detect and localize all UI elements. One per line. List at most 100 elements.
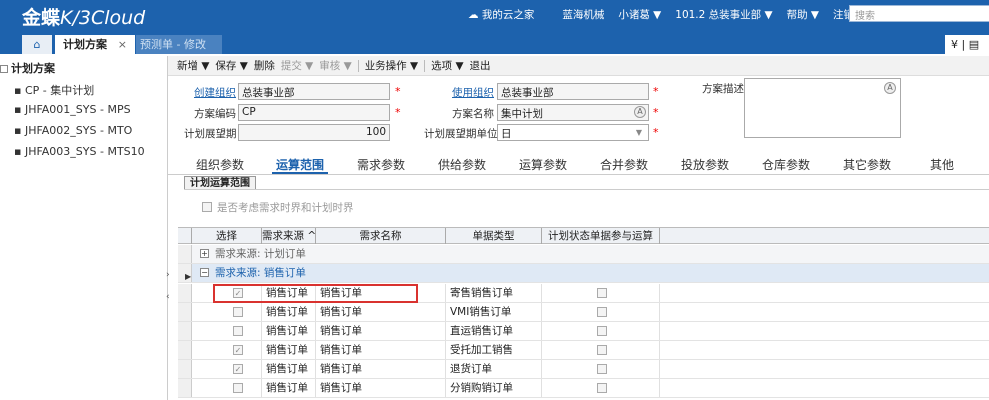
use-org-field[interactable]: 总装事业部 [497,83,649,100]
new-button[interactable]: 新增 ▼ [177,58,209,73]
chevron-down-icon[interactable]: ▼ [633,126,645,139]
grid-header: 选择 需求来源 ^ 需求名称 单据类型 计划状态单据参与运算 [178,227,989,244]
home-tab[interactable]: ⌂ [22,35,52,54]
audit-button[interactable]: 审核 ▼ [319,58,351,73]
subtab-calc-range[interactable]: 计划运算范围 [184,176,256,190]
top-nav: ☁ 我的云之家 蓝海机械 小诸葛 ▼ 101.2 总装事业部 ▼ 帮助 ▼ 注销 [468,7,868,22]
expand-right-icon[interactable]: › [166,270,170,280]
plan-code-label: 方案编码 [194,108,236,120]
table-row[interactable]: 销售订单 销售订单 VMI销售订单 [178,303,989,322]
top-bar: 金蝶K/3Cloud ☁ 我的云之家 蓝海机械 小诸葛 ▼ 101.2 总装事业… [0,0,989,32]
collapse-icon [0,65,8,73]
row-select-checkbox[interactable] [233,326,243,336]
tab-supply-params[interactable]: 供给参数 [438,156,486,173]
tab-calc-params[interactable]: 运算参数 [519,156,567,173]
left-panel-item[interactable]: ▪ JHFA001_SYS - MPS [14,103,131,116]
table-row[interactable]: 销售订单 销售订单 直运销售订单 [178,322,989,341]
horizon-field[interactable]: 100 [238,124,390,141]
horizon-unit-label: 计划展望期单位 [424,128,498,140]
cell-demand-name: 销售订单 [316,379,446,397]
exit-button[interactable]: 退出 [470,58,491,73]
delete-button[interactable]: 删除 [254,58,275,73]
use-org-label[interactable]: 使用组织 [452,85,494,100]
cell-doc-type: 直运销售订单 [446,322,542,340]
plan-status-checkbox[interactable] [597,364,607,374]
left-panel-item[interactable]: ▪ CP - 集中计划 [14,82,94,98]
business-ops-button[interactable]: 业务操作 ▼ [365,58,418,73]
options-button[interactable]: 选项 ▼ [431,58,463,73]
nav-cloud-home[interactable]: ☁ 我的云之家 [468,7,548,22]
table-row[interactable]: ✓ 销售订单 销售订单 寄售销售订单 [178,284,989,303]
plan-status-checkbox[interactable] [597,326,607,336]
table-row[interactable]: ✓ 销售订单 销售订单 受托加工销售 [178,341,989,360]
consider-timefence-checkbox[interactable] [202,202,212,212]
group-label: 需求来源: 计划订单 [215,248,306,260]
group-row[interactable]: + 需求来源: 计划订单 [178,245,989,264]
cell-demand-source: 销售订单 [262,341,316,359]
tab-tools[interactable]: ¥ | ▤ [945,35,989,54]
row-select-checkbox[interactable]: ✓ [233,364,243,374]
cell-demand-name: 销售订单 [316,303,446,321]
submit-button[interactable]: 提交 ▼ [281,58,313,73]
horizon-label: 计划展望期 [184,128,237,140]
row-select-checkbox[interactable]: ✓ [233,345,243,355]
plan-desc-label: 方案描述 [702,83,744,95]
tab-other-params[interactable]: 其它参数 [843,156,891,173]
required-mark: * [653,85,659,98]
cell-doc-type: 分销购销订单 [446,379,542,397]
collapse-icon[interactable]: − [200,268,209,277]
group-row[interactable]: − 需求来源: 销售订单 [178,264,989,283]
col-demand-source[interactable]: 需求来源 ^ [262,228,316,244]
tab-others[interactable]: 其他 [930,156,954,173]
collapse-left-icon[interactable]: ‹ [166,292,170,302]
nav-org[interactable]: 101.2 总装事业部 ▼ [675,7,772,22]
col-doc-type[interactable]: 单据类型 [446,228,542,244]
save-button[interactable]: 保存 ▼ [215,58,247,73]
tab-plan-scheme[interactable]: 计划方案 × [55,35,135,54]
col-select[interactable]: 选择 [192,228,262,244]
col-demand-name[interactable]: 需求名称 [316,228,446,244]
left-panel-title[interactable]: 计划方案 [0,60,55,76]
create-org-label[interactable]: 创建组织 [194,85,236,100]
nav-company[interactable]: 蓝海机械 [562,7,604,22]
horizon-unit-select[interactable]: 日 [497,124,649,141]
row-select-checkbox[interactable]: ✓ [233,288,243,298]
required-mark: * [395,85,401,98]
plan-status-checkbox[interactable] [597,288,607,298]
plan-code-field[interactable]: CP [238,104,390,121]
tab-org-params[interactable]: 组织参数 [196,156,244,173]
cell-doc-type: 退货订单 [446,360,542,378]
left-panel-item[interactable]: ▪ JHFA003_SYS - MTS10 [14,145,145,158]
plan-status-checkbox[interactable] [597,383,607,393]
tab-calc-range[interactable]: 运算范围 [276,156,324,173]
row-select-checkbox[interactable] [233,383,243,393]
tab-forecast-edit[interactable]: 预测单 - 修改 [136,35,222,54]
plan-status-checkbox[interactable] [597,345,607,355]
tab-row: ⌂ 计划方案 × 预测单 - 修改 ¥ | ▤ [0,32,989,54]
tab-release-params[interactable]: 投放参数 [681,156,729,173]
plan-desc-textarea[interactable] [744,78,901,138]
plan-status-checkbox[interactable] [597,307,607,317]
create-org-field[interactable]: 总装事业部 [238,83,390,100]
expand-icon[interactable]: + [200,249,209,258]
cell-demand-source: 销售订单 [262,322,316,340]
table-row[interactable]: ✓ 销售订单 销售订单 退货订单 [178,360,989,379]
multilang-icon[interactable]: A [634,106,646,118]
nav-user[interactable]: 小诸葛 ▼ [618,7,661,22]
logo-main: 金蝶 [22,7,61,29]
tab-demand-params[interactable]: 需求参数 [357,156,405,173]
nav-help[interactable]: 帮助 ▼ [787,7,819,22]
cell-demand-name: 销售订单 [316,284,446,302]
tab-merge-params[interactable]: 合并参数 [600,156,648,173]
plan-name-field[interactable]: 集中计划 [497,104,649,121]
tab-warehouse-params[interactable]: 仓库参数 [762,156,810,173]
table-row[interactable]: 销售订单 销售订单 分销购销订单 [178,379,989,398]
multilang-icon[interactable]: A [884,82,896,94]
col-plan-status[interactable]: 计划状态单据参与运算 [542,228,660,244]
active-tab-underline [272,172,328,174]
left-panel-item[interactable]: ▪ JHFA002_SYS - MTO [14,124,132,137]
close-tab-icon[interactable]: × [118,35,127,54]
section-tabs: 组织参数 运算范围 需求参数 供给参数 运算参数 合并参数 投放参数 仓库参数 … [168,153,989,175]
row-select-checkbox[interactable] [233,307,243,317]
search-input[interactable]: 搜索 [849,5,989,22]
